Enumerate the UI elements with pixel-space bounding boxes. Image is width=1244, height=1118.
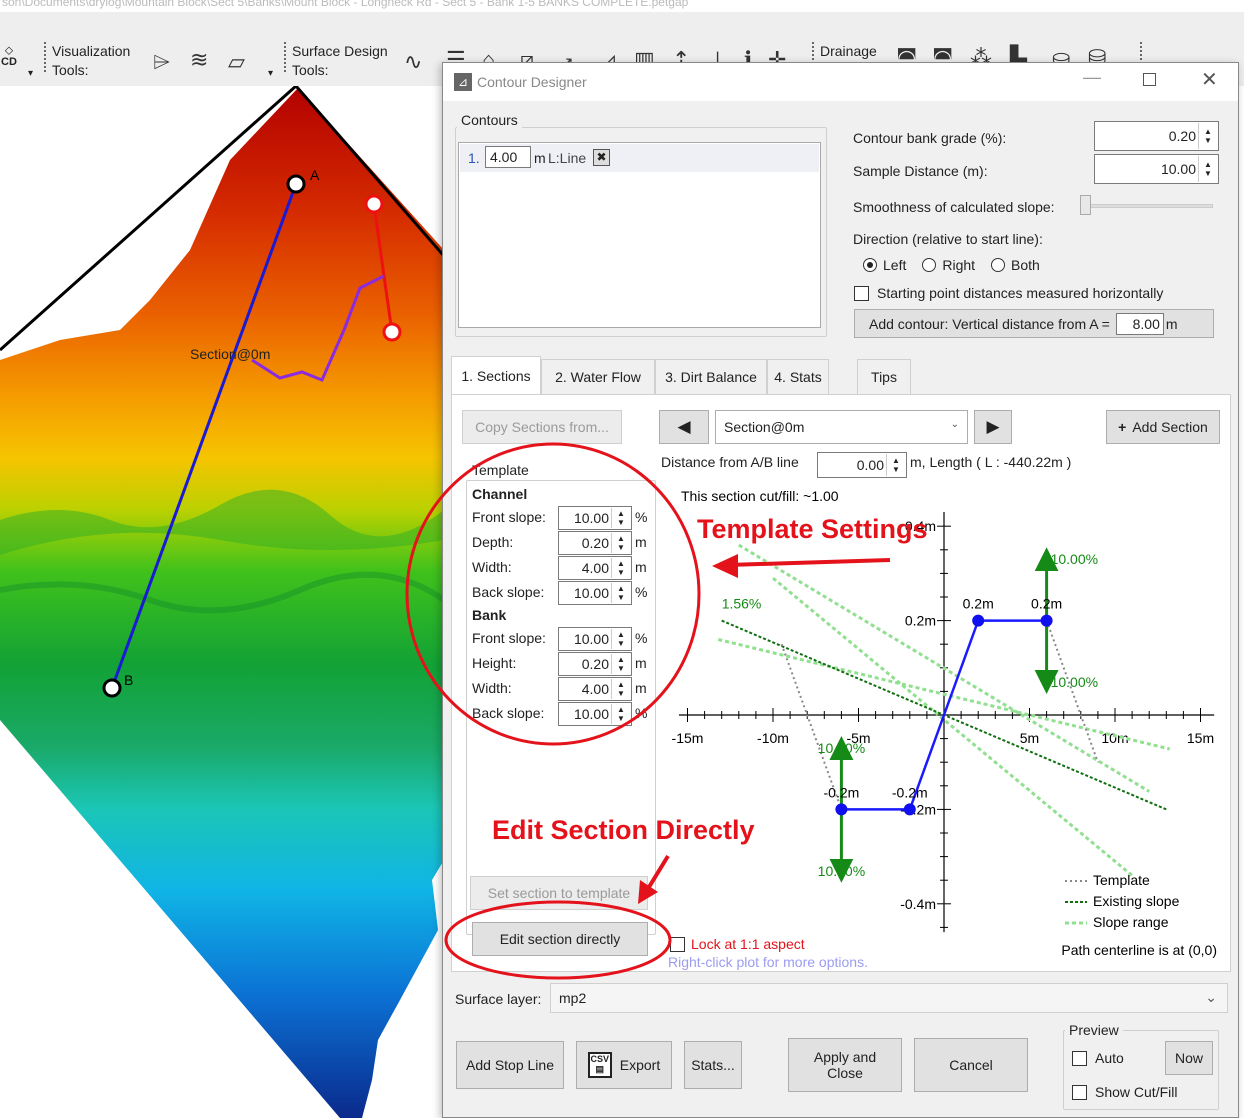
edit-section-annotation: Edit Section Directly <box>492 815 755 845</box>
edit-button-highlight-ellipse <box>444 900 672 980</box>
template-settings-annotation: Template Settings <box>697 514 928 544</box>
annotation-overlay <box>405 442 891 980</box>
edit-arrow-head <box>638 880 658 904</box>
template-highlight-ellipse <box>405 442 701 746</box>
template-arrow-head <box>712 554 738 578</box>
template-arrow-shaft <box>727 558 891 567</box>
